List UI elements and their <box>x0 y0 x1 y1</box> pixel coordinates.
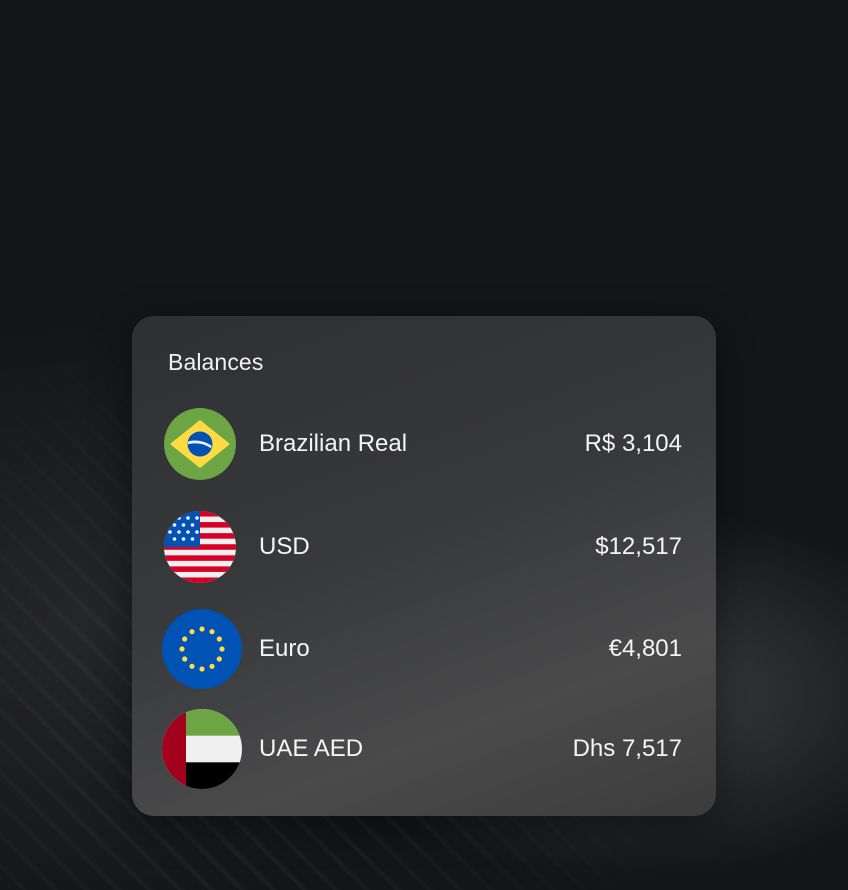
usa-flag-icon <box>164 511 236 583</box>
balance-row-euro[interactable]: Euro €4,801 <box>160 609 682 689</box>
balance-row-brazilian-real[interactable]: Brazilian Real R$ 3,104 <box>160 404 682 484</box>
currency-name: UAE AED <box>259 735 364 762</box>
eu-flag-icon <box>162 609 242 689</box>
balance-row-usd[interactable]: USD $12,517 <box>160 507 682 587</box>
currency-name: USD <box>259 533 310 560</box>
currency-amount: €4,801 <box>608 635 682 662</box>
currency-amount: Dhs 7,517 <box>572 735 682 762</box>
uae-flag-icon <box>162 709 242 789</box>
currency-amount: $12,517 <box>595 533 682 560</box>
currency-amount: R$ 3,104 <box>584 430 682 457</box>
currency-name: Brazilian Real <box>259 430 408 457</box>
brazil-flag-icon <box>164 408 236 480</box>
balances-card: Balances Brazilian Real R$ 3,104 USD $12… <box>132 316 716 816</box>
balance-row-uae-aed[interactable]: UAE AED Dhs 7,517 <box>160 709 682 789</box>
balances-title: Balances <box>168 349 264 375</box>
currency-name: Euro <box>259 635 310 662</box>
